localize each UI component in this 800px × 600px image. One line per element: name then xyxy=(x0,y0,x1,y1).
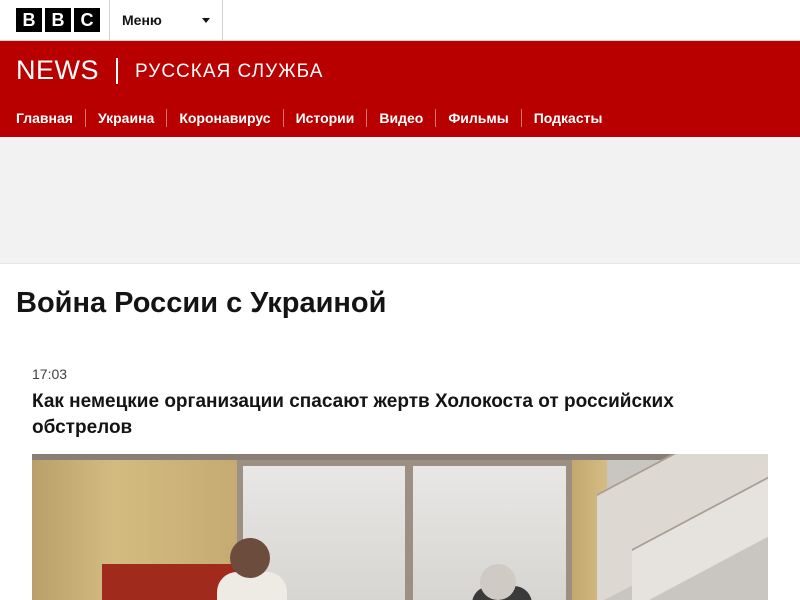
bbc-top-bar: B B C Меню xyxy=(0,0,800,41)
page-title: Война России с Украиной xyxy=(16,287,387,319)
article-image[interactable] xyxy=(32,454,768,600)
nav-item-stories[interactable]: Истории xyxy=(284,109,368,127)
service-name[interactable]: РУССКАЯ СЛУЖБА xyxy=(135,61,323,83)
ad-placeholder xyxy=(0,137,800,264)
nav-item-coronavirus[interactable]: Коронавирус xyxy=(167,109,284,127)
menu-button[interactable]: Меню xyxy=(109,0,223,41)
article-timestamp: 17:03 xyxy=(32,366,68,382)
bbc-logo-letter: B xyxy=(16,8,42,32)
brand-divider xyxy=(116,58,118,84)
bbc-logo-letter: B xyxy=(45,8,71,32)
bbc-logo-letter: C xyxy=(74,8,100,32)
bbc-logo[interactable]: B B C xyxy=(16,8,100,32)
chevron-down-icon xyxy=(202,18,210,23)
nav-item-video[interactable]: Видео xyxy=(367,109,437,127)
nav-item-home[interactable]: Главная xyxy=(0,109,86,127)
news-logo[interactable]: NEWS xyxy=(16,55,99,86)
main-navigation: Главная Украина Коронавирус Истории Виде… xyxy=(0,107,614,129)
menu-button-label: Меню xyxy=(122,12,162,28)
nav-item-films[interactable]: Фильмы xyxy=(436,109,522,127)
nav-item-podcasts[interactable]: Подкасты xyxy=(522,109,615,127)
brand-header: NEWS РУССКАЯ СЛУЖБА Главная Украина Коро… xyxy=(0,41,800,137)
nav-item-ukraine[interactable]: Украина xyxy=(86,109,168,127)
article-headline[interactable]: Как немецкие организации спасают жертв Х… xyxy=(32,389,732,441)
